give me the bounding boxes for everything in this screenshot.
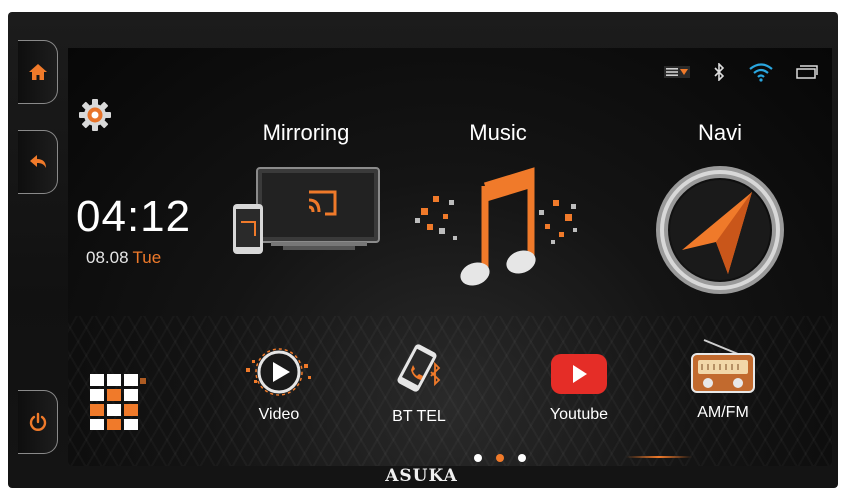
- power-button[interactable]: [18, 390, 58, 454]
- app-video-label: Video: [258, 406, 300, 423]
- app-bt-tel-label: BT TEL: [392, 408, 446, 425]
- app-navi[interactable]: Navi: [630, 120, 810, 294]
- page-dot-3[interactable]: [518, 454, 526, 462]
- page-indicator[interactable]: [474, 454, 526, 462]
- home-button[interactable]: [18, 40, 58, 104]
- main-screen: 04:12 08.08 Tue Mirroring Music Navi Vid…: [68, 48, 832, 466]
- home-icon: [28, 64, 47, 80]
- brand-logo: ASUKA: [385, 466, 458, 486]
- app-mirroring[interactable]: Mirroring: [216, 120, 396, 258]
- clock-date: 08.08 Tue: [86, 248, 161, 268]
- app-am-fm-label: AM/FM: [697, 404, 749, 421]
- bluetooth-phone-icon: [397, 344, 441, 392]
- back-button[interactable]: [18, 130, 58, 194]
- youtube-icon: [551, 354, 607, 394]
- music-icon: [415, 167, 577, 286]
- power-icon: [29, 412, 46, 431]
- app-video[interactable]: Video: [224, 348, 334, 424]
- app-bt-tel[interactable]: BT TEL: [364, 344, 474, 426]
- app-music-label: Music: [469, 120, 527, 145]
- status-bar: [664, 62, 818, 82]
- window-icon[interactable]: [796, 65, 818, 79]
- app-music[interactable]: Music: [408, 120, 588, 296]
- back-icon: [29, 155, 46, 168]
- accent-line: [626, 456, 692, 458]
- radio-icon: [691, 339, 755, 393]
- app-am-fm[interactable]: AM/FM: [668, 338, 778, 422]
- side-button-panel: [8, 40, 60, 480]
- wifi-icon: [749, 63, 773, 82]
- gear-icon[interactable]: [78, 98, 112, 132]
- app-navi-label: Navi: [697, 120, 742, 145]
- app-grid-icon[interactable]: [90, 374, 150, 430]
- app-youtube-label: Youtube: [549, 406, 609, 423]
- navigation-icon: [656, 166, 784, 294]
- head-unit: 04:12 08.08 Tue Mirroring Music Navi Vid…: [8, 12, 838, 488]
- weekday-text: Tue: [132, 248, 162, 267]
- mirroring-icon: [233, 167, 380, 254]
- app-youtube[interactable]: Youtube: [524, 352, 634, 424]
- page-dot-2-active[interactable]: [496, 454, 504, 462]
- clock-time: 04:12: [76, 192, 192, 241]
- page-dot-1[interactable]: [474, 454, 482, 462]
- app-mirroring-label: Mirroring: [262, 120, 350, 145]
- bluetooth-icon: [714, 63, 725, 81]
- menu-dropdown-icon[interactable]: [664, 66, 690, 78]
- date-text: 08.08: [86, 248, 129, 267]
- video-play-icon: [246, 348, 311, 396]
